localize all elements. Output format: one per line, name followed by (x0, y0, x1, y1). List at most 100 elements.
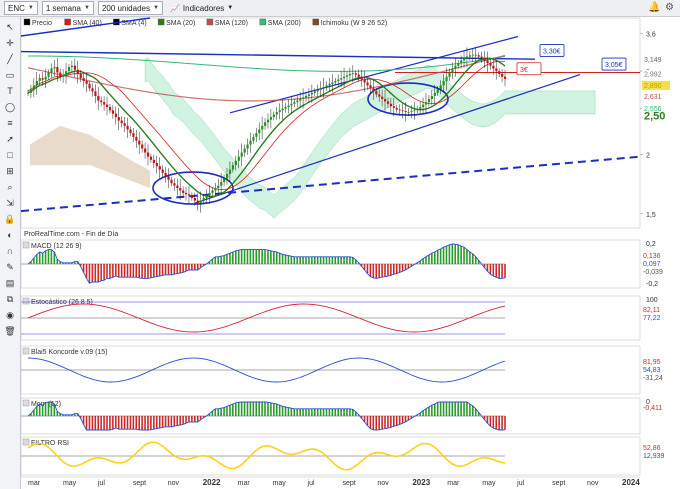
candle-body (457, 63, 460, 66)
candle-body (384, 99, 387, 102)
indicator-label-2: Blai5 Koncorde v.09 (15) (31, 349, 108, 356)
candle-body (135, 136, 138, 141)
price-label-5: 2,50 (644, 111, 665, 123)
indicator-swatch-4 (22, 438, 30, 446)
indicator-swatch-2 (22, 347, 30, 355)
candle-body (255, 133, 258, 137)
indicator-swatch-3 (22, 399, 30, 407)
candle-body (454, 65, 457, 69)
candle-body (448, 72, 451, 77)
x-tick-label-3: sept (133, 480, 146, 487)
candle-body (88, 83, 91, 89)
indicator-tick-1-0: 100 (646, 297, 658, 304)
candle-body (264, 122, 267, 126)
candle-body (144, 148, 147, 153)
candle-body (410, 111, 413, 112)
indicator-value-0-2: -0,039 (643, 269, 663, 276)
candle-body (70, 65, 74, 68)
candle-body (424, 102, 428, 105)
candle-body (460, 60, 463, 64)
candle-body (299, 99, 302, 101)
legend-swatch (64, 18, 71, 26)
candle-body (176, 185, 179, 189)
candle-body (103, 102, 106, 105)
price-label-0: 3,149 (644, 57, 662, 64)
candle-body (179, 188, 182, 191)
candle-body (357, 74, 360, 77)
candle-body (117, 117, 120, 121)
candle-body (310, 92, 314, 95)
candle-body (372, 88, 375, 92)
chart-canvas[interactable]: Precio SMA (40) SMA (4) SMA (20) SMA (120) SM… (0, 0, 680, 489)
candle-body (196, 200, 199, 204)
candle-body (205, 195, 208, 198)
candle-body (152, 159, 156, 164)
x-tick-label-12: mar (447, 480, 460, 487)
candle-body (243, 148, 246, 153)
indicator-value-1-1: 77,22 (643, 315, 661, 322)
candle-body (407, 111, 410, 113)
candle-body (29, 89, 33, 93)
candle-body (85, 80, 88, 84)
candle-body (313, 91, 316, 93)
candle-body (427, 99, 431, 103)
candle-body (27, 92, 30, 94)
price-label-1: 2,992 (644, 72, 662, 79)
candle-body (123, 123, 126, 126)
price-label-2: 2,890 (644, 83, 662, 90)
price-label-3: 2,631 (644, 94, 662, 101)
candle-body (202, 197, 205, 201)
candle-body (246, 144, 249, 149)
candle-body (474, 54, 477, 56)
candle-body (155, 163, 158, 167)
indicator-swatch-1 (22, 297, 30, 305)
x-tick-label-6: mar (238, 480, 251, 487)
candle-body (94, 91, 97, 96)
candle-body (41, 78, 44, 80)
candle-body (465, 56, 469, 58)
candle-body (328, 83, 331, 86)
candle-body (214, 188, 217, 191)
candle-body (82, 78, 85, 81)
candle-body (73, 65, 77, 70)
candle-body (386, 101, 390, 104)
indicator-value-2-1: 54,83 (643, 367, 661, 374)
candle-body (67, 67, 71, 72)
candle-body (97, 95, 100, 101)
x-tick-label-13: may (482, 480, 496, 487)
candle-body (138, 140, 141, 145)
candle-body (468, 55, 472, 57)
indicator-value-3-0: -0,411 (643, 405, 662, 412)
candle-body (261, 125, 264, 130)
candle-body (498, 71, 501, 74)
candle-body (439, 85, 442, 90)
candle-body (345, 75, 349, 77)
candle-body (501, 73, 504, 77)
candle-body (208, 192, 211, 196)
legend-swatch (206, 18, 214, 26)
candle-body (182, 190, 185, 193)
x-tick-label-2: jul (97, 480, 105, 487)
legend-label-5: SMA (200) (268, 20, 301, 27)
candle-body (483, 57, 486, 61)
candle-body (50, 68, 53, 73)
candle-body (240, 152, 243, 157)
candle-body (307, 94, 311, 96)
candle-body (492, 65, 495, 69)
candle-body (164, 172, 167, 177)
candle-body (334, 80, 337, 83)
legend-label-4: SMA (120) (215, 20, 248, 27)
candle-body (108, 107, 112, 111)
y-tick-label: 1,5 (646, 212, 656, 219)
candle-body (486, 60, 489, 64)
candle-body (132, 133, 135, 137)
candle-body (38, 78, 41, 81)
candle-body (237, 156, 240, 161)
legend-swatch (259, 18, 266, 26)
candle-body (252, 136, 255, 141)
x-tick-label-5: 2022 (203, 478, 221, 487)
candle-body (266, 119, 270, 123)
candle-body (422, 104, 425, 108)
candle-body (231, 165, 235, 170)
x-tick-label-10: nov (377, 480, 389, 487)
